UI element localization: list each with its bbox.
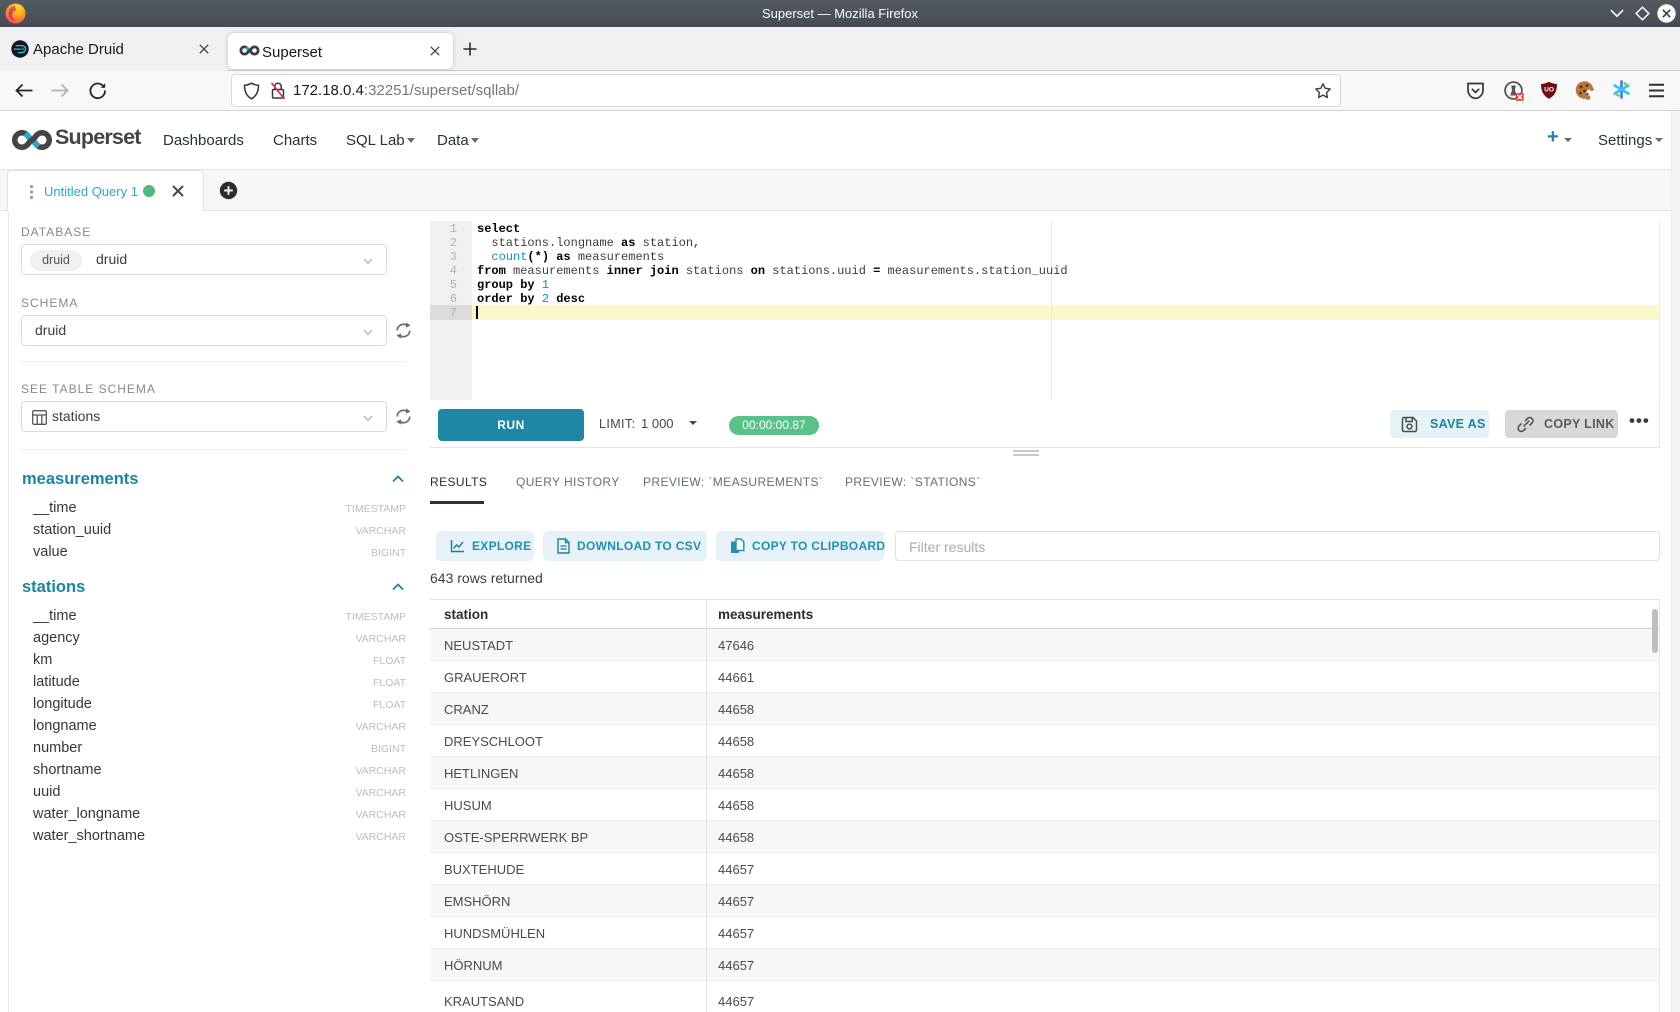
svg-text:UO: UO — [1544, 87, 1554, 94]
